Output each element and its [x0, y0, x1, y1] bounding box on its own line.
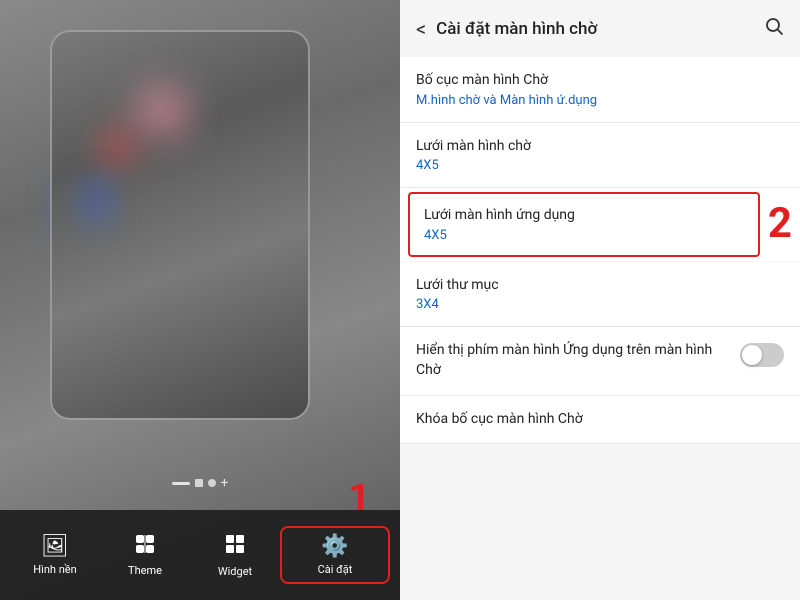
page-title: Cài đặt màn hình chờ	[436, 19, 754, 39]
luoi-cho-title: Lưới màn hình chờ	[416, 137, 784, 157]
settings-list: Bố cục màn hình Chờ M.hình chờ và Màn hì…	[400, 49, 800, 600]
bocuc-subtitle: M.hình chờ và Màn hình ứ.dụng	[416, 93, 784, 108]
setting-item-hien-thi-phim[interactable]: Hiển thị phím màn hình Ứng dụng trên màn…	[400, 327, 800, 395]
hien-thi-phim-toggle[interactable]	[740, 343, 784, 367]
theme-label: Theme	[128, 564, 162, 577]
phone-screen-inner	[52, 32, 308, 418]
luoi-ungdung-subtitle: 4X5	[424, 228, 744, 243]
dot-square	[195, 479, 203, 487]
right-panel: < Cài đặt màn hình chờ Bố cục màn hình C…	[400, 0, 800, 600]
widget-icon	[224, 533, 246, 561]
page-dots-indicator: +	[0, 476, 400, 490]
setting-item-bocuc[interactable]: Bố cục màn hình Chờ M.hình chờ và Màn hì…	[400, 57, 800, 123]
hien-thi-phim-row: Hiển thị phím màn hình Ứng dụng trên màn…	[416, 341, 784, 380]
bottom-item-widget[interactable]: Widget	[190, 525, 280, 586]
phone-blob-blue	[72, 152, 122, 252]
caidat-icon: ⚙️	[321, 534, 348, 559]
widget-label: Widget	[218, 565, 252, 578]
settings-header: < Cài đặt màn hình chờ	[400, 0, 800, 49]
khoa-bo-cuc-title: Khóa bố cục màn hình Chờ	[416, 410, 784, 430]
left-panel: + 1 🖼 Hình nền Theme	[0, 0, 400, 600]
hien-thi-phim-title: Hiển thị phím màn hình Ứng dụng trên màn…	[416, 341, 740, 380]
bottom-item-caidat[interactable]: ⚙️ Cài đặt	[280, 526, 390, 584]
theme-icon	[134, 533, 156, 560]
hinhnen-label: Hình nền	[33, 563, 76, 576]
toggle-knob	[742, 345, 762, 365]
bocuc-title: Bố cục màn hình Chờ	[416, 71, 784, 91]
hinhnen-icon: 🖼	[41, 534, 69, 559]
bottom-item-hinhnen[interactable]: 🖼 Hình nền	[10, 526, 100, 584]
setting-item-luoi-ungdung[interactable]: Lưới màn hình ứng dụng 4X5	[408, 192, 760, 257]
dot-plus: +	[221, 476, 229, 490]
luoi-ungdung-title: Lưới màn hình ứng dụng	[424, 206, 744, 226]
luoi-cho-subtitle: 4X5	[416, 158, 784, 173]
back-button[interactable]: <	[416, 17, 426, 41]
dot-dash	[172, 482, 190, 485]
bottom-navigation-bar: 🖼 Hình nền Theme	[0, 510, 400, 600]
phone-screen-preview	[50, 30, 310, 420]
caidat-label: Cài đặt	[318, 563, 353, 576]
search-button[interactable]	[764, 16, 784, 41]
dot-circle	[208, 479, 216, 487]
hien-thi-phim-text: Hiển thị phím màn hình Ứng dụng trên màn…	[416, 341, 740, 380]
bottom-item-theme[interactable]: Theme	[100, 525, 190, 585]
setting-item-luoi-cho[interactable]: Lưới màn hình chờ 4X5	[400, 123, 800, 189]
setting-item-luoi-thu-muc[interactable]: Lưới thư mục 3X4	[400, 262, 800, 328]
luoi-thu-muc-subtitle: 3X4	[416, 297, 784, 312]
step-number-2: 2	[768, 203, 792, 245]
setting-item-khoa-bo-cuc[interactable]: Khóa bố cục màn hình Chờ	[400, 396, 800, 445]
luoi-thu-muc-title: Lưới thư mục	[416, 276, 784, 296]
